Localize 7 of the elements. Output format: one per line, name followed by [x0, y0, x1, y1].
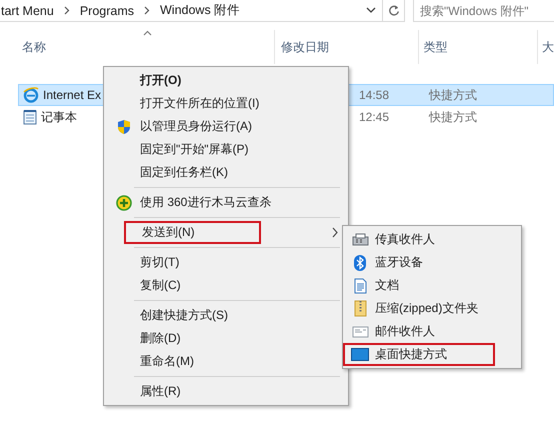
modified-date: 12:45 [359, 110, 390, 124]
highlight-frame: 发送到(N) [124, 221, 261, 244]
file-type: 快捷方式 [429, 88, 477, 102]
file-name: 记事本 [41, 108, 77, 126]
file-name: Internet Ex [43, 88, 102, 102]
file-type: 快捷方式 [429, 110, 477, 124]
modified-date: 14:58 [359, 88, 390, 102]
